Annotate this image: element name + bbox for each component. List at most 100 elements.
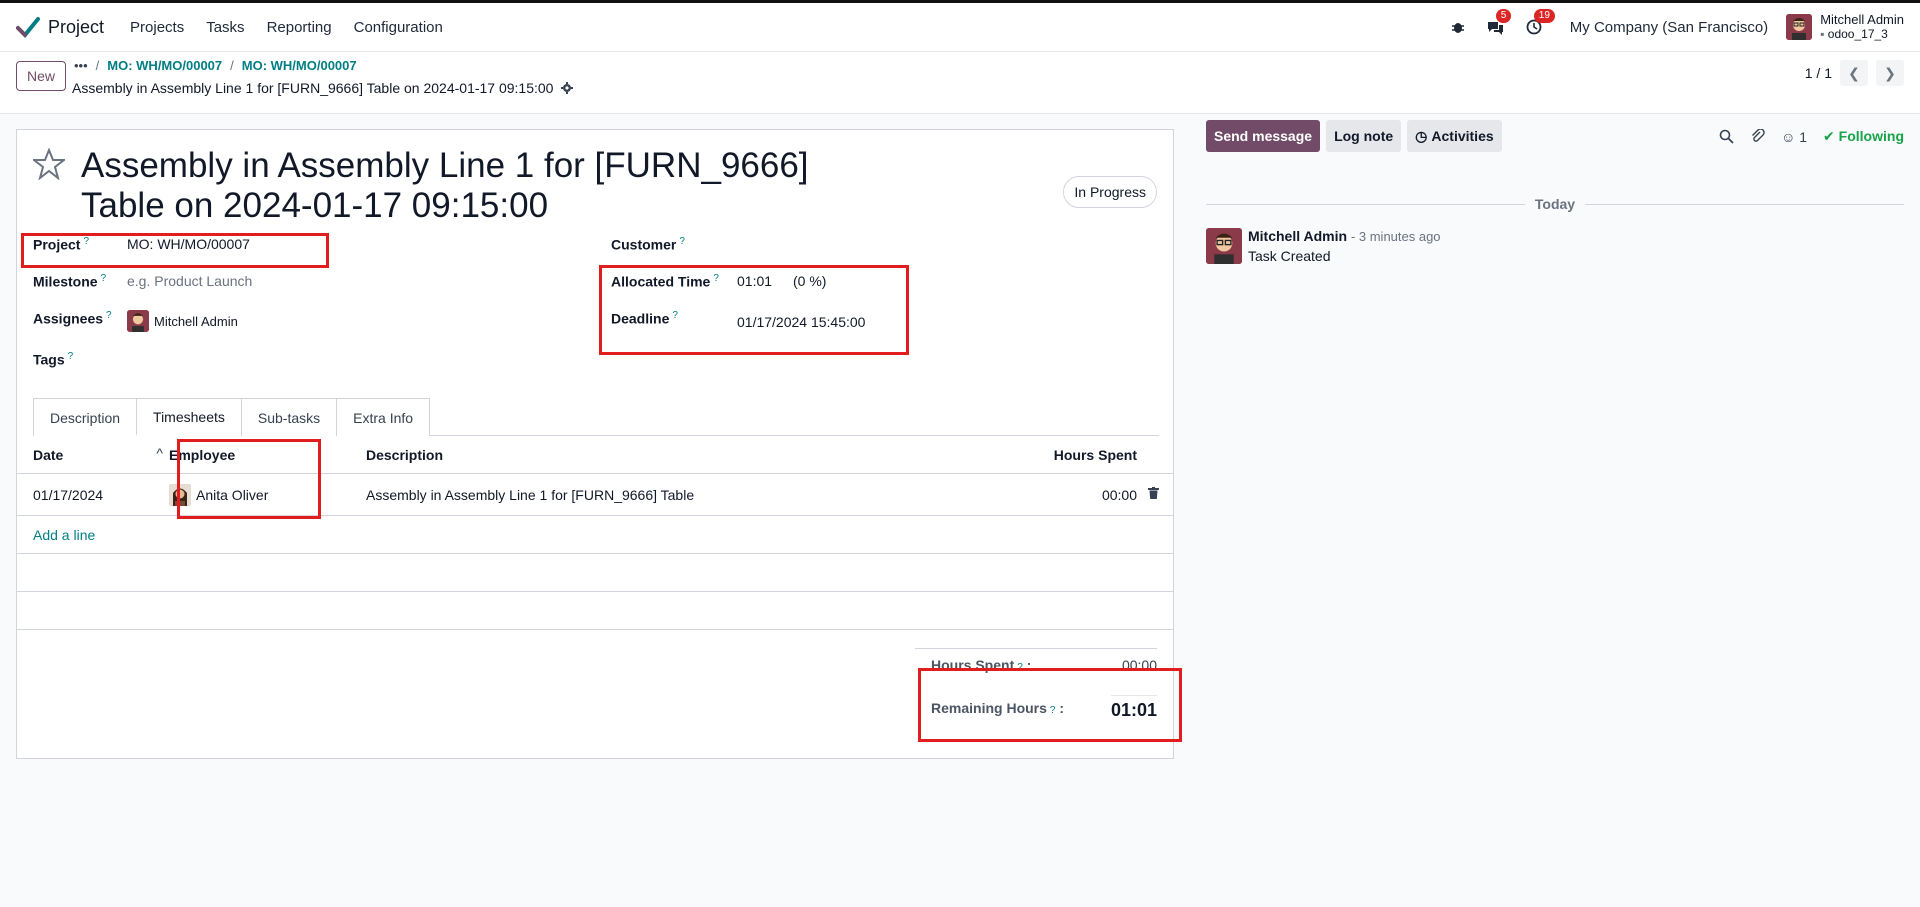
activities-clock-icon[interactable]: 19 bbox=[1524, 9, 1555, 37]
column-date[interactable]: Date ^ bbox=[17, 445, 169, 463]
breadcrumb-item-2[interactable]: MO: WH/MO/00007 bbox=[242, 58, 357, 73]
database-name: odoo_17_3 bbox=[1820, 27, 1904, 42]
chatter-message: Mitchell Admin - 3 minutes ago Task Crea… bbox=[1206, 228, 1441, 264]
deadline-field: Deadline? 01/17/2024 15:45:00 bbox=[611, 310, 865, 330]
new-button[interactable]: New bbox=[16, 61, 67, 91]
project-value[interactable]: MO: WH/MO/00007 bbox=[127, 236, 250, 252]
message-author-avatar[interactable] bbox=[1206, 228, 1242, 264]
remaining-hours-label-text: Remaining Hours bbox=[931, 700, 1047, 716]
assignees-label-text: Assignees bbox=[33, 310, 104, 327]
help-mark: ? bbox=[672, 310, 678, 321]
task-title[interactable]: Assembly in Assembly Line 1 for [FURN_96… bbox=[81, 146, 841, 226]
help-mark: ? bbox=[100, 273, 107, 284]
tags-label: Tags? bbox=[33, 351, 127, 368]
column-hours-spent[interactable]: Hours Spent bbox=[973, 447, 1173, 463]
control-panel: New ••• / MO: WH/MO/00007 / MO: WH/MO/00… bbox=[0, 52, 1920, 114]
main-menu: Projects Tasks Reporting Configuration bbox=[130, 19, 443, 36]
hours-spent-value: 00:00 bbox=[1121, 657, 1157, 673]
allocated-label-text: Allocated Time bbox=[611, 273, 711, 290]
message-author[interactable]: Mitchell Admin bbox=[1248, 228, 1347, 244]
notebook-tabs: Description Timesheets Sub-tasks Extra I… bbox=[33, 398, 1159, 436]
customer-field: Customer? bbox=[611, 236, 737, 253]
column-date-label: Date bbox=[33, 446, 64, 463]
tab-sub-tasks[interactable]: Sub-tasks bbox=[240, 398, 338, 436]
check-icon: ✔ bbox=[1823, 128, 1835, 144]
column-description[interactable]: Description bbox=[366, 447, 973, 463]
help-mark: ? bbox=[713, 273, 719, 284]
task-state-badge[interactable]: In Progress bbox=[1063, 176, 1157, 208]
star-icon[interactable] bbox=[33, 148, 65, 180]
help-mark: ? bbox=[83, 236, 90, 247]
pager: 1 / 1 ❮ ❯ bbox=[1805, 60, 1904, 86]
pager-value[interactable]: 1 / 1 bbox=[1805, 65, 1832, 81]
tab-timesheets[interactable]: Timesheets bbox=[136, 398, 242, 436]
timesheets-table: Date ^ Employee Description Hours Spent 0… bbox=[17, 436, 1173, 630]
user-name: Mitchell Admin bbox=[1820, 12, 1904, 27]
project-label: Project? bbox=[33, 236, 127, 253]
paperclip-icon[interactable] bbox=[1750, 129, 1765, 144]
help-mark: ? bbox=[679, 236, 685, 247]
row-date[interactable]: 01/17/2024 bbox=[17, 487, 169, 503]
app-name[interactable]: Project bbox=[48, 17, 104, 38]
followers-button[interactable]: ☺ 1 bbox=[1781, 129, 1807, 145]
row-hours[interactable]: 00:00 bbox=[973, 486, 1173, 503]
help-mark: ? bbox=[1049, 705, 1056, 716]
breadcrumb-item-1[interactable]: MO: WH/MO/00007 bbox=[107, 58, 222, 73]
milestone-label: Milestone? bbox=[33, 273, 127, 290]
column-employee[interactable]: Employee bbox=[169, 447, 366, 463]
breadcrumb-more[interactable]: ••• bbox=[74, 58, 88, 73]
following-label: Following bbox=[1838, 128, 1904, 144]
menu-configuration[interactable]: Configuration bbox=[354, 19, 443, 36]
user-menu[interactable]: Mitchell Admin odoo_17_3 bbox=[1786, 12, 1904, 42]
pager-previous-button[interactable]: ❮ bbox=[1840, 60, 1868, 86]
table-row[interactable]: 01/17/2024 Anita Oliver Assembly in Asse… bbox=[17, 474, 1173, 516]
add-a-line-link[interactable]: Add a line bbox=[17, 516, 1173, 554]
company-switcher[interactable]: My Company (San Francisco) bbox=[1570, 19, 1768, 36]
row-description[interactable]: Assembly in Assembly Line 1 for [FURN_96… bbox=[366, 487, 973, 503]
remaining-hours-total: Remaining Hours? : 01:01 bbox=[915, 673, 1157, 721]
tab-extra-info[interactable]: Extra Info bbox=[336, 398, 431, 436]
milestone-input[interactable]: e.g. Product Launch bbox=[127, 273, 252, 289]
task-form-sheet: Assembly in Assembly Line 1 for [FURN_96… bbox=[16, 129, 1182, 759]
allocated-time-label: Allocated Time? bbox=[611, 273, 737, 290]
search-icon[interactable] bbox=[1719, 129, 1734, 144]
tags-label-text: Tags bbox=[33, 351, 65, 368]
pager-next-button[interactable]: ❯ bbox=[1876, 60, 1904, 86]
allocated-time-field: Allocated Time? 01:01 (0 %) bbox=[611, 273, 826, 290]
activities-button[interactable]: ◷ Activities bbox=[1407, 120, 1502, 152]
assignees-label: Assignees? bbox=[33, 310, 127, 327]
employee-name: Anita Oliver bbox=[196, 486, 269, 503]
employee-avatar bbox=[169, 483, 191, 506]
following-button[interactable]: ✔ Following bbox=[1823, 128, 1904, 145]
customer-label-text: Customer bbox=[611, 236, 677, 253]
user-avatar bbox=[1786, 14, 1813, 40]
trash-icon[interactable] bbox=[1148, 486, 1159, 502]
messages-icon[interactable]: 5 bbox=[1486, 9, 1512, 37]
debug-bug-icon[interactable] bbox=[1448, 17, 1468, 37]
assignee-avatar bbox=[127, 310, 149, 332]
breadcrumb-separator: / bbox=[230, 58, 234, 73]
milestone-field: Milestone? e.g. Product Launch bbox=[33, 273, 252, 290]
allocated-time-value[interactable]: 01:01 bbox=[737, 273, 793, 289]
menu-projects[interactable]: Projects bbox=[130, 19, 184, 36]
chevron-right-icon: ❯ bbox=[1884, 64, 1896, 81]
message-content: Mitchell Admin - 3 minutes ago Task Crea… bbox=[1248, 228, 1441, 264]
deadline-value[interactable]: 01/17/2024 15:45:00 bbox=[737, 314, 865, 330]
menu-reporting[interactable]: Reporting bbox=[267, 19, 332, 36]
activities-badge: 19 bbox=[1533, 9, 1555, 23]
gear-icon[interactable] bbox=[561, 82, 574, 94]
timesheet-totals: Hours Spent? : 00:00 Remaining Hours? : … bbox=[915, 648, 1157, 721]
activities-button-label: Activities bbox=[1431, 128, 1494, 144]
remaining-hours-value: 01:01 bbox=[1110, 695, 1157, 721]
deadline-label: Deadline? bbox=[611, 310, 737, 327]
message-body: Task Created bbox=[1248, 248, 1331, 264]
assignee-tag[interactable]: Mitchell Admin bbox=[127, 310, 238, 332]
send-message-button[interactable]: Send message bbox=[1206, 120, 1321, 152]
tab-description[interactable]: Description bbox=[33, 398, 138, 436]
help-mark: ? bbox=[1017, 662, 1023, 673]
menu-tasks[interactable]: Tasks bbox=[206, 19, 244, 36]
log-note-button[interactable]: Log note bbox=[1326, 120, 1402, 152]
chatter-tools: ☺ 1 ✔ Following bbox=[1719, 128, 1904, 145]
app-brand[interactable]: Project bbox=[16, 16, 104, 38]
row-employee[interactable]: Anita Oliver bbox=[169, 483, 366, 506]
